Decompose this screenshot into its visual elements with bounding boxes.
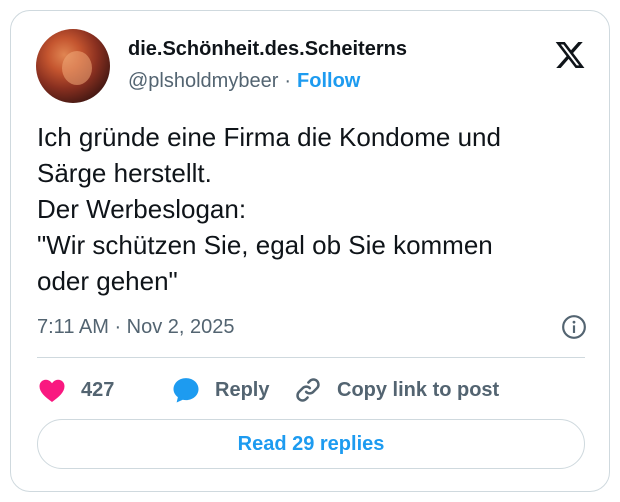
copy-link-label: Copy link to post	[337, 378, 500, 401]
tweet-card: die.Schönheit.des.Scheiterns @plsholdmyb…	[10, 10, 610, 492]
separator-dot: ·	[284, 70, 292, 92]
tweet-header: die.Schönheit.des.Scheiterns @plsholdmyb…	[36, 29, 586, 105]
author-handle-row: @plsholdmybeer · Follow	[128, 69, 360, 93]
reply-bubble-icon	[173, 378, 199, 403]
tweet-line: "Wir schützen Sie, egal ob Sie kommen	[37, 230, 493, 260]
action-bar: 427 Reply Copy link to post	[37, 373, 587, 407]
link-icon	[296, 378, 320, 402]
tweet-line: Särge herstellt.	[37, 158, 212, 188]
divider	[37, 357, 585, 358]
copy-link-button[interactable]: Copy link to post	[293, 373, 499, 407]
follow-link[interactable]: Follow	[297, 70, 360, 92]
read-replies-button[interactable]: Read 29 replies	[37, 419, 585, 469]
info-icon[interactable]	[561, 314, 587, 340]
author-display-name[interactable]: die.Schönheit.des.Scheiterns	[128, 37, 407, 61]
reply-label: Reply	[215, 378, 270, 401]
reply-button[interactable]: Reply	[171, 373, 269, 407]
tweet-meta: 7:11 AM · Nov 2, 2025	[37, 312, 587, 342]
author-handle[interactable]: @plsholdmybeer	[128, 70, 278, 92]
tweet-line: Ich gründe eine Firma die Kondome und	[37, 122, 501, 152]
tweet-line: Der Werbeslogan:	[37, 194, 247, 224]
avatar[interactable]	[36, 29, 110, 103]
x-logo-icon[interactable]	[554, 39, 586, 71]
like-button[interactable]: 427	[37, 373, 114, 407]
like-count: 427	[81, 378, 115, 401]
tweet-timestamp[interactable]: 7:11 AM · Nov 2, 2025	[37, 316, 235, 338]
tweet-line: oder gehen"	[37, 266, 178, 296]
heart-icon	[39, 379, 65, 402]
tweet-text: Ich gründe eine Firma die Kondome und Sä…	[37, 119, 597, 299]
